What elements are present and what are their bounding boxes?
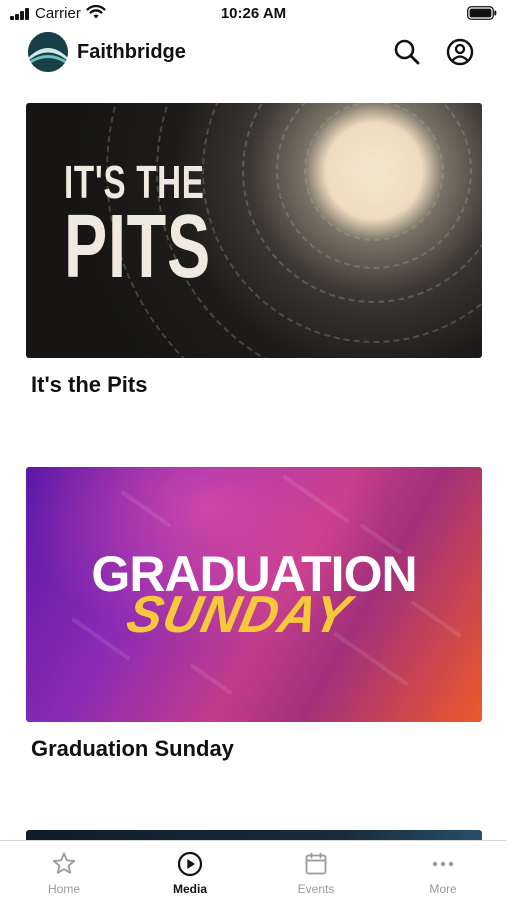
tab-label: Events <box>297 882 335 896</box>
clock-time: 10:26 AM <box>220 5 287 22</box>
artwork-subtitle: SUNDAY <box>121 586 356 644</box>
star-icon <box>52 852 76 874</box>
status-bar: Carrier 10:26 AM <box>0 0 507 28</box>
media-title[interactable]: Graduation Sunday <box>31 736 482 762</box>
app-title: Faithbridge <box>77 41 186 63</box>
calendar-icon <box>305 852 327 875</box>
tab-media[interactable]: Media <box>127 841 253 900</box>
artwork-title: IT'S THE PITS <box>64 156 211 297</box>
tab-home[interactable]: Home <box>1 841 127 900</box>
media-item[interactable]: IT'S THE PITS It's the Pits <box>26 103 482 398</box>
play-circle-icon <box>177 851 203 877</box>
more-dots-icon <box>432 861 454 867</box>
battery-icon <box>467 6 497 20</box>
bridge-icon <box>28 32 68 72</box>
user-circle-icon[interactable] <box>445 37 475 67</box>
tab-bar: Home Media Events More <box>0 840 507 900</box>
tab-label: Media <box>172 882 207 896</box>
tab-more[interactable]: More <box>380 841 506 900</box>
tab-label: More <box>429 882 457 896</box>
media-title[interactable]: It's the Pits <box>31 372 482 398</box>
tab-events[interactable]: Events <box>253 841 379 900</box>
faithbridge-logo[interactable] <box>28 32 68 72</box>
sermon-artwork[interactable]: GRADUATION SUNDAY <box>26 467 482 722</box>
app-header: Faithbridge <box>0 28 507 78</box>
tab-label: Home <box>47 882 80 896</box>
sermon-artwork[interactable]: IT'S THE PITS <box>26 103 482 358</box>
search-icon[interactable] <box>392 37 422 67</box>
media-item[interactable]: GRADUATION SUNDAY Graduation Sunday <box>26 467 482 762</box>
